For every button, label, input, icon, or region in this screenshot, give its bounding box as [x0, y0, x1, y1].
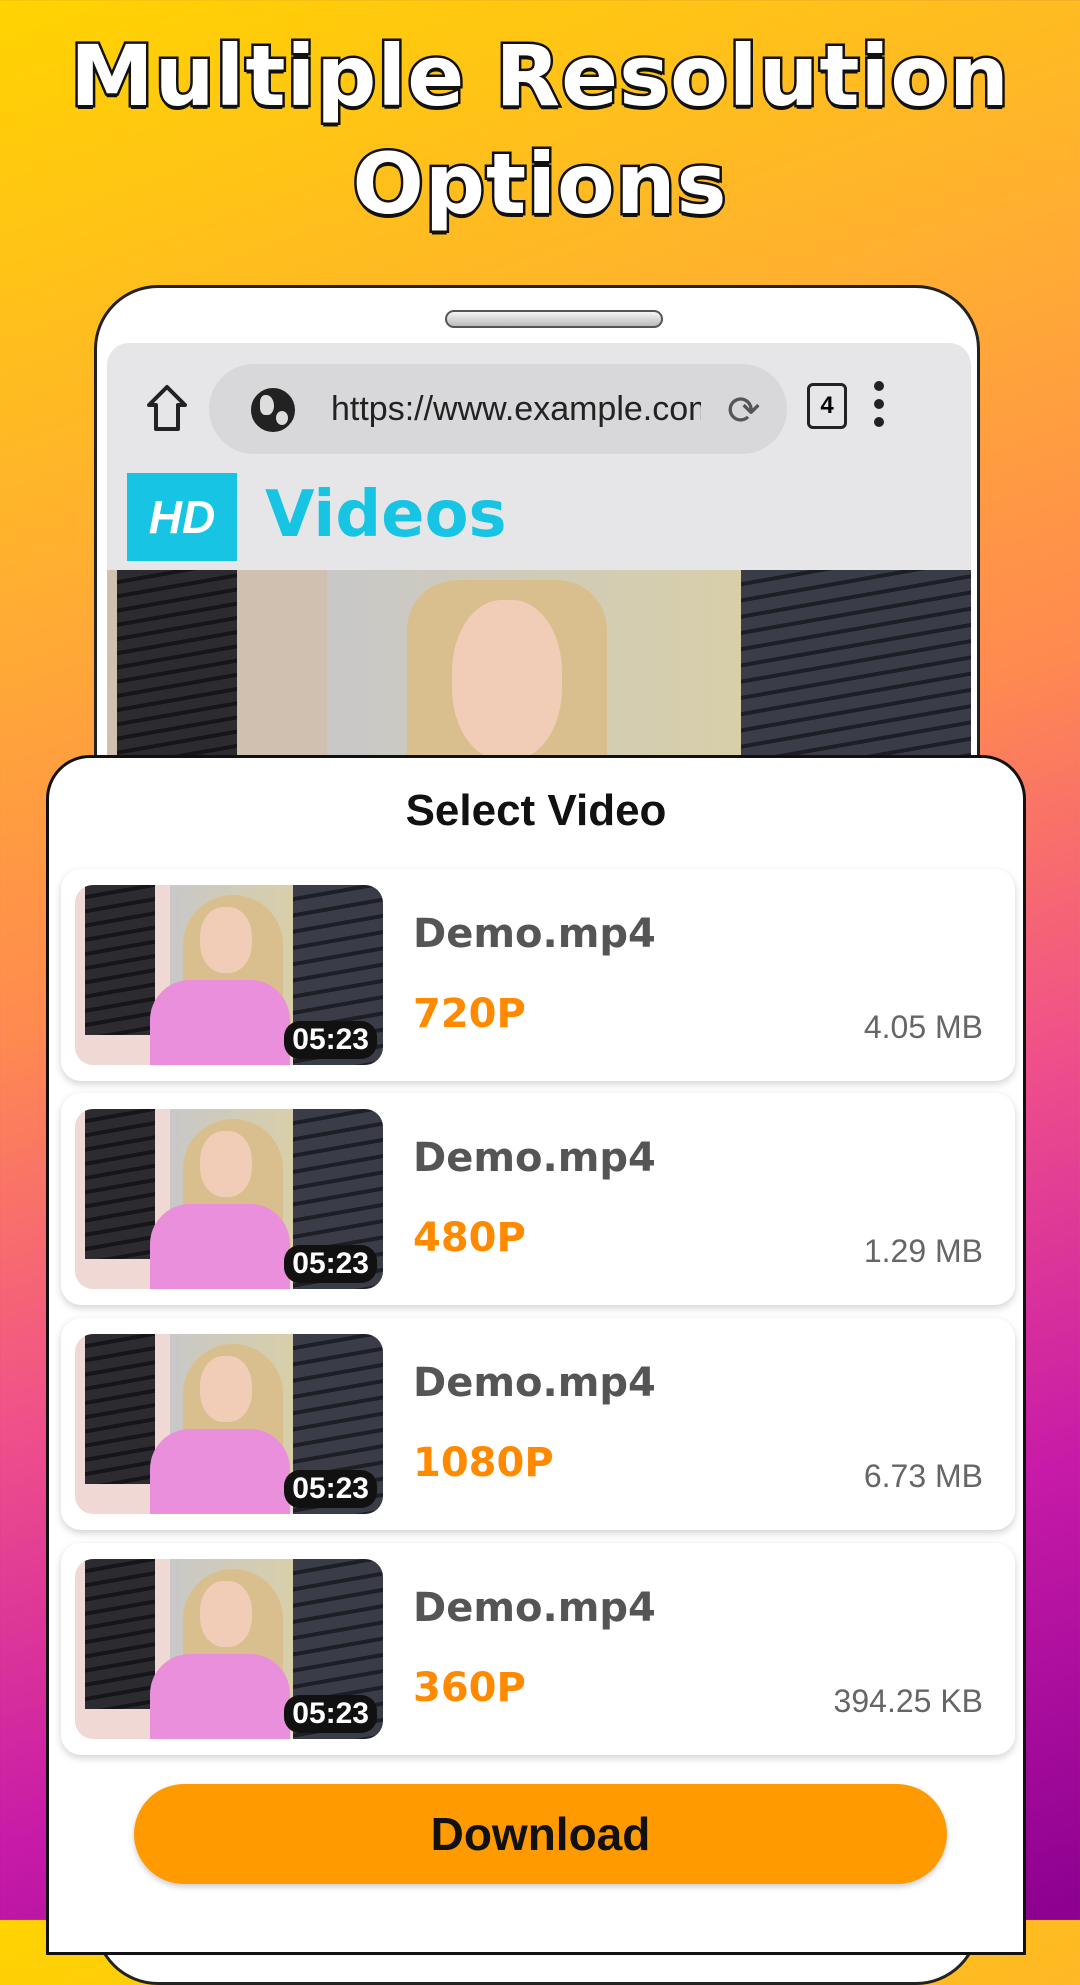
headline: Multiple Resolution Options — [0, 22, 1080, 238]
headline-line-1: Multiple Resolution — [68, 25, 1012, 128]
speaker-pill — [445, 310, 663, 328]
sheet-title: Select Video — [405, 786, 667, 835]
video-option-card[interactable]: 05:23 Demo.mp4 1080P 6.73 MB — [61, 1318, 1015, 1530]
video-resolution: 1080P — [413, 1440, 554, 1486]
video-name: Demo.mp4 — [413, 1585, 656, 1631]
video-option-card[interactable]: 05:23 Demo.mp4 480P 1.29 MB — [61, 1093, 1015, 1305]
video-size: 4.05 MB — [863, 1009, 983, 1045]
duration-badge: 05:23 — [284, 1695, 377, 1733]
video-thumbnail: 05:23 — [75, 885, 383, 1065]
video-size: 6.73 MB — [863, 1458, 983, 1494]
duration-badge: 05:23 — [284, 1245, 377, 1283]
video-name: Demo.mp4 — [413, 1135, 656, 1181]
duration-badge: 05:23 — [284, 1470, 377, 1508]
home-icon[interactable] — [145, 383, 189, 433]
url-text[interactable]: https://www.example.com — [331, 388, 701, 430]
duration-badge: 05:23 — [284, 1021, 377, 1059]
video-size: 394.25 KB — [833, 1683, 983, 1719]
video-option-card[interactable]: 05:23 Demo.mp4 720P 4.05 MB — [61, 869, 1015, 1081]
video-thumbnail: 05:23 — [75, 1109, 383, 1289]
browser-toolbar: https://www.example.com ⟳ 4 HD Videos — [107, 343, 971, 570]
video-thumbnail: 05:23 — [75, 1559, 383, 1739]
tabs-icon[interactable]: 4 — [807, 383, 847, 429]
hero-image — [107, 570, 971, 770]
site-logo-badge: HD — [127, 473, 237, 561]
video-resolution: 360P — [413, 1665, 526, 1711]
video-name: Demo.mp4 — [413, 1360, 656, 1406]
video-size: 1.29 MB — [863, 1233, 983, 1269]
more-vert-icon[interactable] — [869, 381, 889, 431]
video-option-card[interactable]: 05:23 Demo.mp4 360P 394.25 KB — [61, 1543, 1015, 1755]
select-video-sheet: Select Video 05:23 Demo.mp4 720P 4.05 MB… — [46, 755, 1026, 1955]
video-resolution: 720P — [413, 991, 526, 1037]
video-name: Demo.mp4 — [413, 911, 656, 957]
globe-icon — [251, 388, 295, 432]
video-resolution: 480P — [413, 1215, 526, 1261]
reload-icon[interactable]: ⟳ — [727, 391, 761, 431]
video-thumbnail: 05:23 — [75, 1334, 383, 1514]
headline-line-2: Options — [350, 133, 729, 236]
address-bar[interactable]: https://www.example.com ⟳ — [209, 364, 787, 454]
download-button[interactable]: Download — [134, 1784, 947, 1884]
site-logo-text: Videos — [265, 478, 507, 552]
